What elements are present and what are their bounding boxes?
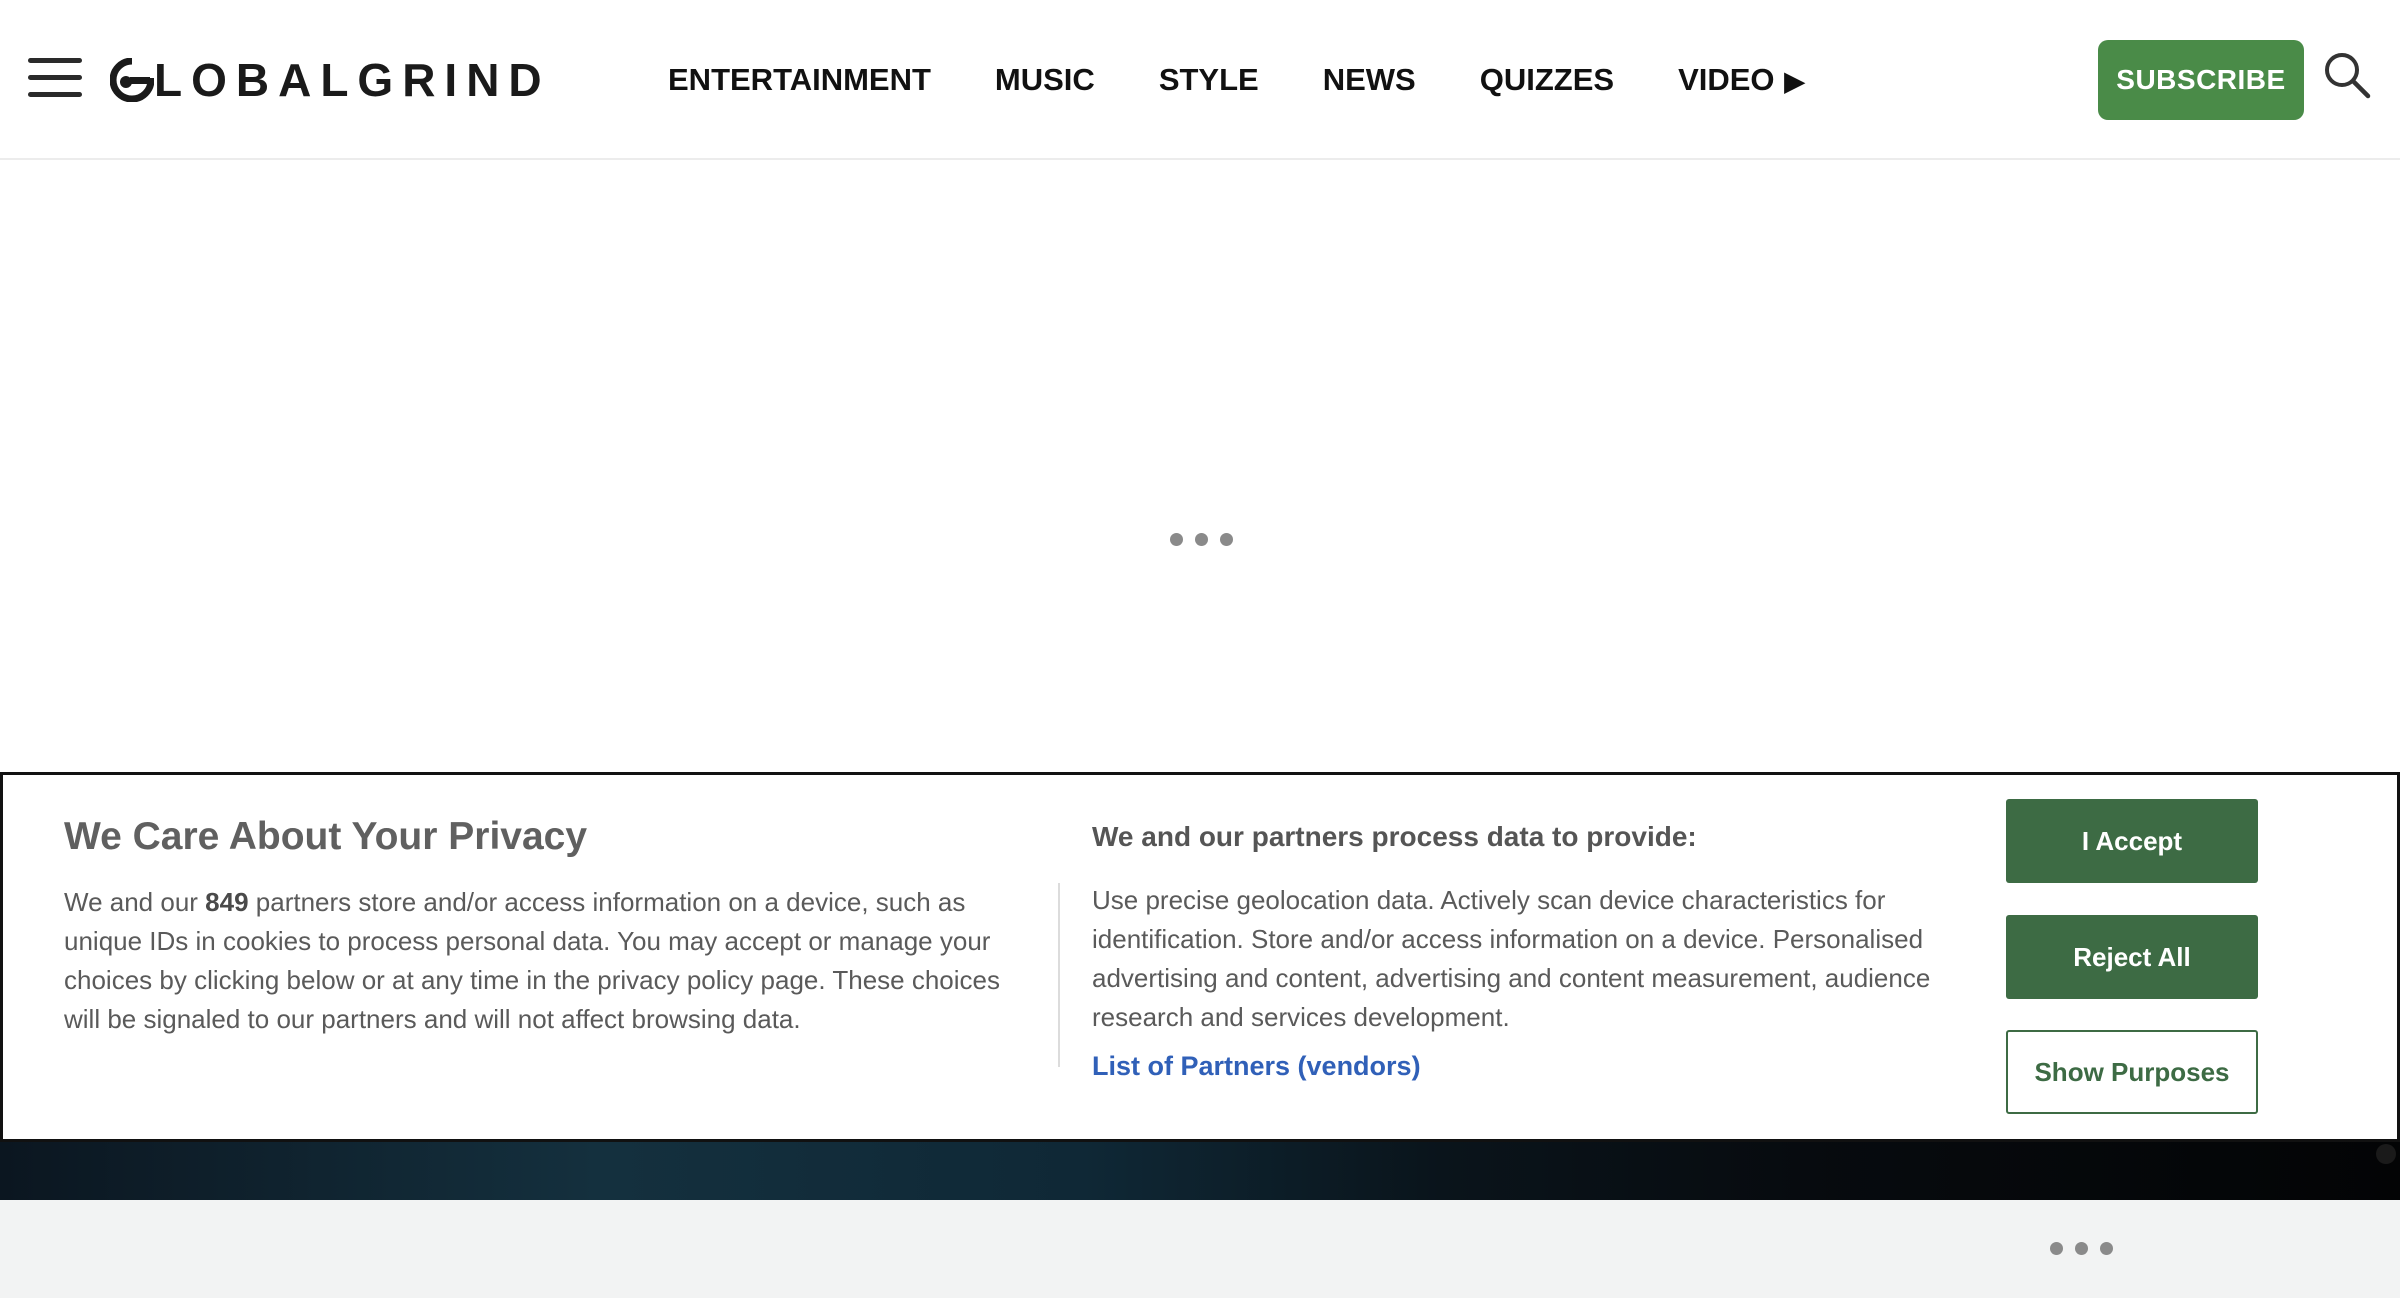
loading-dot [2100, 1242, 2113, 1255]
nav-item-entertainment[interactable]: ENTERTAINMENT [668, 62, 931, 98]
privacy-divider [1058, 883, 1060, 1067]
search-icon[interactable] [2322, 50, 2372, 100]
hero-image-strip [0, 1140, 2400, 1200]
nav-item-video-label: VIDEO [1678, 62, 1775, 97]
show-purposes-button[interactable]: Show Purposes [2006, 1030, 2258, 1114]
site-logo[interactable]: LOBALGRIND [110, 48, 551, 112]
privacy-intro-before: We and our [64, 887, 206, 917]
play-arrow-icon: ▶ [1784, 66, 1805, 96]
loading-dot [2075, 1242, 2088, 1255]
loading-indicator [1170, 533, 1233, 546]
loading-dot [1195, 533, 1208, 546]
purpose-heading: We and our partners process data to prov… [1092, 821, 1697, 852]
loading-dot [1170, 533, 1183, 546]
bottom-content-area [0, 1200, 2400, 1298]
loading-dot [2050, 1242, 2063, 1255]
partner-count: 849 [205, 887, 249, 917]
logo-g-icon [110, 58, 154, 102]
nav-item-video[interactable]: VIDEO ▶ [1678, 62, 1804, 98]
site-header: LOBALGRIND ENTERTAINMENT MUSIC STYLE NEW… [0, 0, 2400, 160]
nav-item-music[interactable]: MUSIC [995, 62, 1095, 98]
reject-all-button[interactable]: Reject All [2006, 915, 2258, 999]
hamburger-menu-icon[interactable] [28, 58, 82, 98]
video-control-icon [2376, 1144, 2396, 1164]
nav-item-quizzes[interactable]: QUIZZES [1480, 62, 1614, 98]
privacy-description: We and our 849 partners store and/or acc… [64, 883, 1024, 1039]
accept-button[interactable]: I Accept [2006, 799, 2258, 883]
subscribe-button[interactable]: SUBSCRIBE [2098, 40, 2304, 120]
loading-indicator [2050, 1242, 2113, 1255]
main-nav: ENTERTAINMENT MUSIC STYLE NEWS QUIZZES V… [668, 58, 1869, 102]
logo-text: LOBALGRIND [154, 54, 551, 106]
privacy-title: We Care About Your Privacy [64, 815, 588, 858]
nav-item-news[interactable]: NEWS [1323, 62, 1416, 98]
partners-list-link[interactable]: List of Partners (vendors) [1092, 1051, 1421, 1082]
purpose-description: Use precise geolocation data. Actively s… [1092, 885, 1931, 1032]
nav-item-style[interactable]: STYLE [1159, 62, 1259, 98]
loading-dot [1220, 533, 1233, 546]
privacy-consent-banner: We Care About Your Privacy We and our 84… [0, 772, 2400, 1142]
